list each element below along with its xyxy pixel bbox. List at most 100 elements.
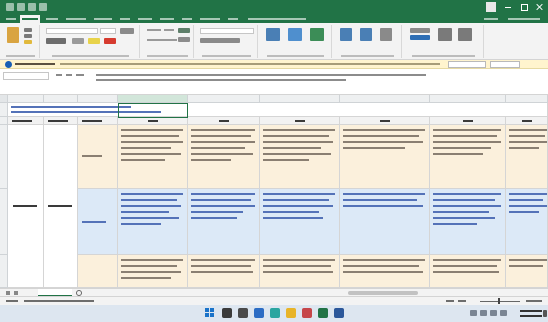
row-header[interactable] [0,255,8,288]
restore-button[interactable] [518,2,530,12]
merge-center-button[interactable] [178,37,190,42]
table-header-cell[interactable] [118,117,188,125]
table-cell[interactable] [260,125,340,189]
ribbon-tab[interactable] [64,15,88,23]
table-header-cell[interactable] [340,117,430,125]
prev-sheet-icon[interactable] [6,291,10,295]
normal-view-icon[interactable] [446,300,454,302]
align-left-center-right[interactable] [147,39,177,41]
cell-styles-icon[interactable] [310,28,324,41]
name-box[interactable] [3,72,49,80]
bold-italic-underline[interactable] [46,38,66,44]
column-header[interactable] [506,95,548,103]
table-cell[interactable] [118,125,188,189]
row-header[interactable] [0,103,8,117]
column-header[interactable] [340,95,430,103]
insert-cells-icon[interactable] [340,28,352,41]
ribbon-tab[interactable] [20,15,40,23]
wrap-text-button[interactable] [178,28,190,33]
share-button[interactable] [482,15,500,23]
column-header[interactable] [78,95,118,103]
file-explorer-icon[interactable] [286,308,296,318]
font-name-select[interactable] [46,28,98,34]
table-header-cell[interactable] [260,117,340,125]
ribbon-tab[interactable] [198,15,222,23]
accessibility-status[interactable] [24,300,94,302]
group-cell[interactable] [8,125,44,288]
cancel-icon[interactable] [56,74,62,76]
close-button[interactable] [534,2,546,12]
ribbon-tab[interactable] [4,15,18,23]
network-icon[interactable] [480,310,487,316]
edge-icon[interactable] [254,308,264,318]
number-format-select[interactable] [200,28,254,34]
ribbon-tab[interactable] [158,15,176,23]
band-label-cell[interactable] [78,125,118,189]
redo-icon[interactable] [39,3,47,11]
app-icon[interactable] [302,308,312,318]
fill-icon[interactable] [410,35,430,40]
tell-me-search[interactable] [246,15,308,23]
format-painter-icon[interactable] [24,40,32,44]
save-icon[interactable] [17,3,25,11]
table-header-cell[interactable] [44,117,78,125]
paste-icon[interactable] [7,27,19,43]
row-header[interactable] [0,117,8,125]
find-select-icon[interactable] [458,28,472,41]
table-cell[interactable] [188,255,260,288]
table-cell[interactable] [188,189,260,255]
table-cell[interactable] [118,189,188,255]
category-cell[interactable] [44,125,78,288]
borders-icon[interactable] [72,38,84,44]
number-format-buttons[interactable] [200,38,240,43]
band-label-cell[interactable] [78,189,118,255]
task-view-icon[interactable] [238,308,248,318]
volume-icon[interactable] [490,310,497,316]
cut-icon[interactable] [24,28,32,32]
enter-icon[interactable] [66,74,72,76]
horizontal-scrollbar[interactable] [348,291,418,295]
table-cell[interactable] [118,255,188,288]
clock-time[interactable] [520,310,542,312]
column-header[interactable] [430,95,506,103]
fx-icon[interactable] [76,74,84,76]
chevron-up-icon[interactable] [470,310,477,316]
autosave-toggle[interactable] [6,3,14,11]
undo-icon[interactable] [28,3,36,11]
excel-icon[interactable] [318,308,328,318]
table-cell[interactable] [340,125,430,189]
format-as-table-icon[interactable] [288,28,302,41]
column-header[interactable] [260,95,340,103]
table-cell[interactable] [188,125,260,189]
font-size-select[interactable] [100,28,116,34]
align-top-icon[interactable] [147,29,161,31]
band-label-cell[interactable] [78,255,118,288]
worksheet-grid[interactable] [0,95,548,288]
table-header-cell[interactable] [506,117,548,125]
table-cell[interactable] [340,189,430,255]
message-action-button[interactable] [448,61,486,68]
windows-start-icon[interactable] [205,308,215,318]
table-cell[interactable] [260,255,340,288]
row-header[interactable] [0,189,8,255]
table-cell[interactable] [430,255,506,288]
table-header-cell[interactable] [188,117,260,125]
ribbon-tab[interactable] [44,15,60,23]
minimize-button[interactable] [502,2,514,12]
avatar[interactable] [486,2,496,12]
table-cell[interactable] [506,189,548,255]
table-cell[interactable] [506,125,548,189]
orientation-icon[interactable] [164,29,174,31]
font-size-buttons[interactable] [120,28,134,34]
table-cell[interactable] [430,125,506,189]
next-sheet-icon[interactable] [14,291,18,295]
table-header-cell[interactable] [78,117,118,125]
table-header-cell[interactable] [8,117,44,125]
zoom-level[interactable] [526,300,542,302]
ribbon-tab[interactable] [136,15,154,23]
copy-icon[interactable] [24,34,32,38]
select-all-button[interactable] [0,95,8,103]
fill-color-icon[interactable] [88,38,100,44]
word-icon[interactable] [334,308,344,318]
table-cell[interactable] [260,189,340,255]
